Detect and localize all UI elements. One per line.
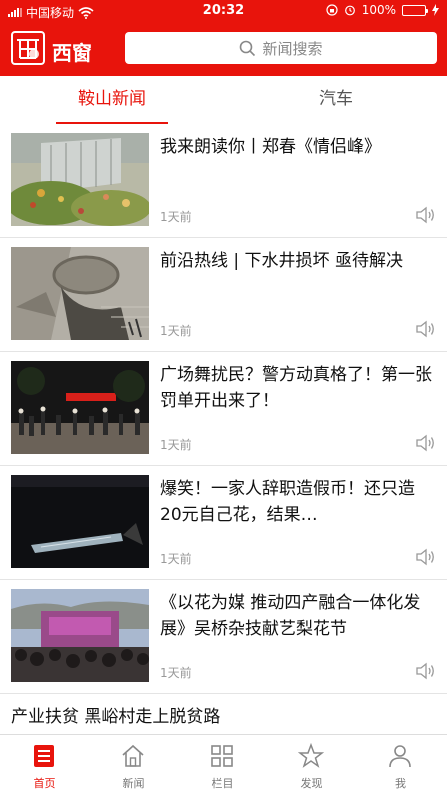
speaker-icon[interactable] (415, 320, 435, 338)
news-item[interactable]: 前沿热线 | 下水井损坏 亟待解决 1天前 (0, 238, 447, 352)
grid-icon (211, 745, 233, 767)
news-item[interactable]: 《以花为媒 推动四产融合一体化发展》吴桥杂技献艺梨花节 1天前 (0, 580, 447, 694)
news-thumbnail (11, 133, 149, 226)
star-icon (298, 743, 324, 768)
rotation-lock-icon (326, 4, 338, 16)
news-item[interactable]: 我来朗读你丨郑春《情侣峰》 1天前 (0, 124, 447, 238)
news-title: 广场舞扰民？警方动真格了！第一张罚单开出来了！ (160, 365, 432, 411)
news-title: 《以花为媒 推动四产融合一体化发展》吴桥杂技献艺梨花节 (160, 593, 421, 639)
speaker-icon[interactable] (415, 662, 435, 680)
search-input[interactable]: 新闻搜索 (125, 32, 437, 64)
nav-label: 发现 (300, 777, 323, 790)
nav-columns[interactable]: 栏目 (178, 735, 267, 794)
category-tabs: 鞍山新闻 汽车 (0, 76, 447, 124)
news-time: 1天前 (160, 210, 192, 224)
news-time: 1天前 (160, 438, 192, 452)
news-thumbnail (11, 475, 149, 568)
nav-label: 首页 (33, 777, 56, 790)
news-time: 1天前 (160, 552, 192, 566)
tab-auto[interactable]: 汽车 (280, 76, 392, 124)
status-right: 100% (326, 3, 439, 17)
news-thumbnail (11, 589, 149, 682)
alarm-icon (344, 5, 355, 16)
nav-home[interactable]: 首页 (0, 735, 89, 794)
status-bar: 中国移动 20:32 100% (0, 0, 447, 22)
news-time: 1天前 (160, 324, 192, 338)
news-item-text-only[interactable]: 产业扶贫 黑峪村走上脱贫路 (11, 702, 220, 727)
news-item[interactable]: 广场舞扰民？警方动真格了！第一张罚单开出来了！ 1天前 (0, 352, 447, 466)
nav-news[interactable]: 新闻 (89, 735, 178, 794)
news-thumbnail (11, 361, 149, 454)
nav-me[interactable]: 我 (356, 735, 445, 794)
person-icon (389, 745, 411, 768)
tab-anshan-news[interactable]: 鞍山新闻 (56, 76, 168, 124)
nav-label: 栏目 (211, 777, 234, 790)
nav-discover[interactable]: 发现 (267, 735, 356, 794)
search-icon (240, 40, 256, 56)
speaker-icon[interactable] (415, 206, 435, 224)
news-title: 前沿热线 | 下水井损坏 亟待解决 (160, 251, 403, 271)
search-placeholder: 新闻搜索 (262, 39, 323, 58)
speaker-icon[interactable] (415, 548, 435, 566)
news-time: 1天前 (160, 666, 192, 680)
news-item[interactable]: 爆笑！一家人辞职造假币！还只造20元自己花，结果… 1天前 (0, 466, 447, 580)
nav-label: 新闻 (122, 777, 145, 790)
battery-percent: 100% (361, 3, 396, 17)
news-title: 爆笑！一家人辞职造假币！还只造20元自己花，结果… (160, 479, 415, 525)
charging-icon (432, 4, 439, 16)
app-header: 中国移动 20:32 100% 西窗 新闻搜索 (0, 0, 447, 76)
speaker-icon[interactable] (415, 434, 435, 452)
news-title: 我来朗读你丨郑春《情侣峰》 (160, 137, 381, 157)
bottom-nav: 首页 新闻 栏目 发现 我 (0, 734, 447, 794)
nav-label: 我 (395, 777, 406, 790)
app-logo-icon (11, 31, 45, 65)
app-title: 西窗 (52, 41, 92, 65)
home-list-icon (34, 745, 54, 767)
news-thumbnail (11, 247, 149, 340)
battery-icon (402, 4, 428, 16)
house-icon (122, 744, 144, 767)
